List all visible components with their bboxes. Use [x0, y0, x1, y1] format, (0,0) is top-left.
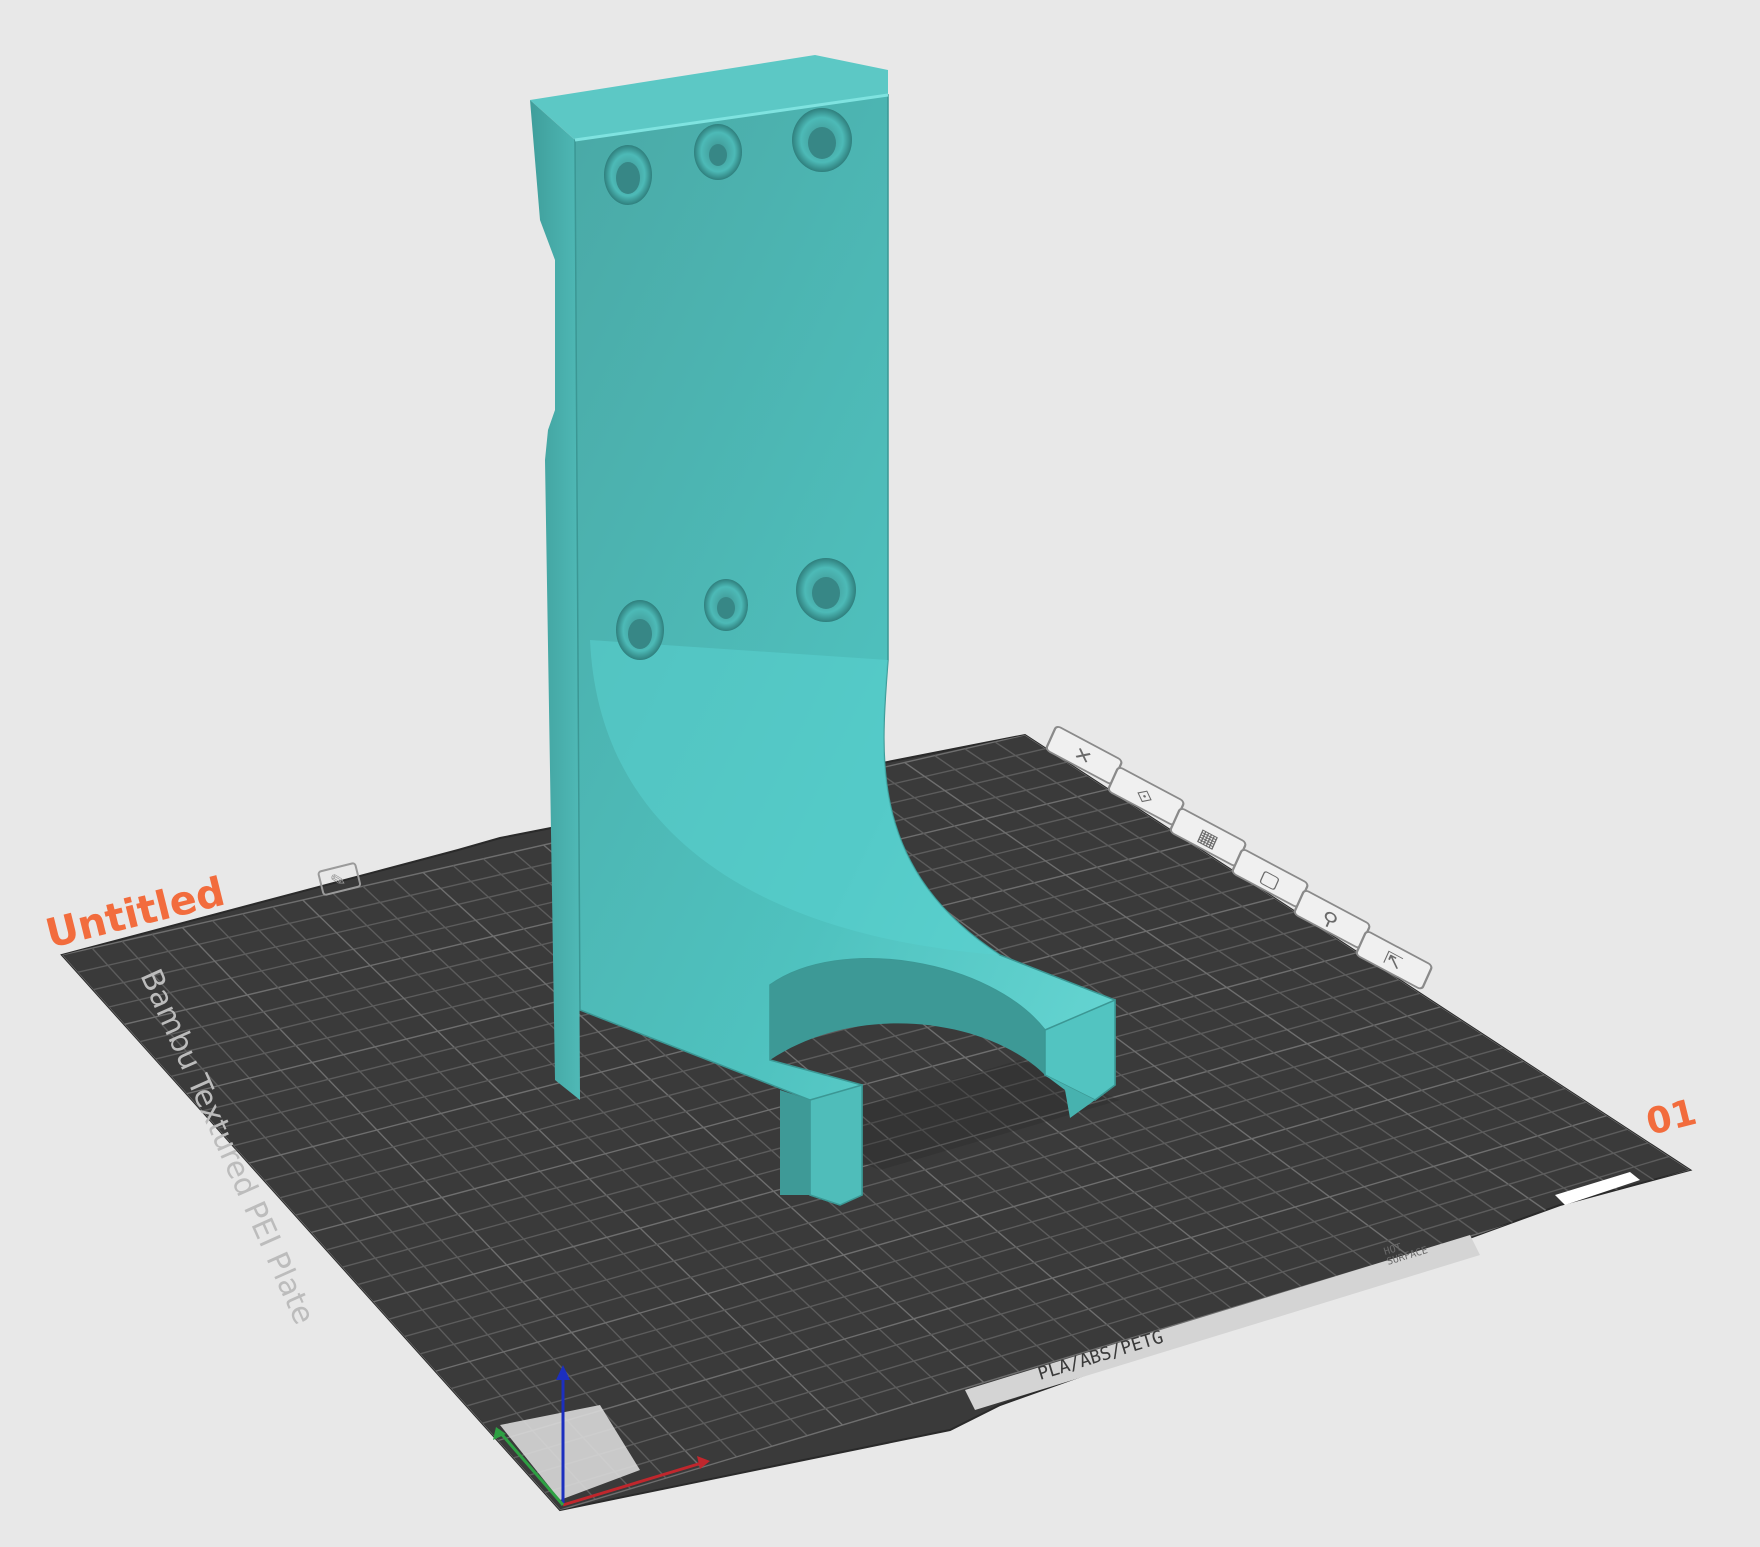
3d-viewport[interactable]: Untitled ✎ 01 Bambu Textured PEI Plate P…	[0, 0, 1760, 1547]
plate-number: 01	[1642, 1092, 1701, 1144]
